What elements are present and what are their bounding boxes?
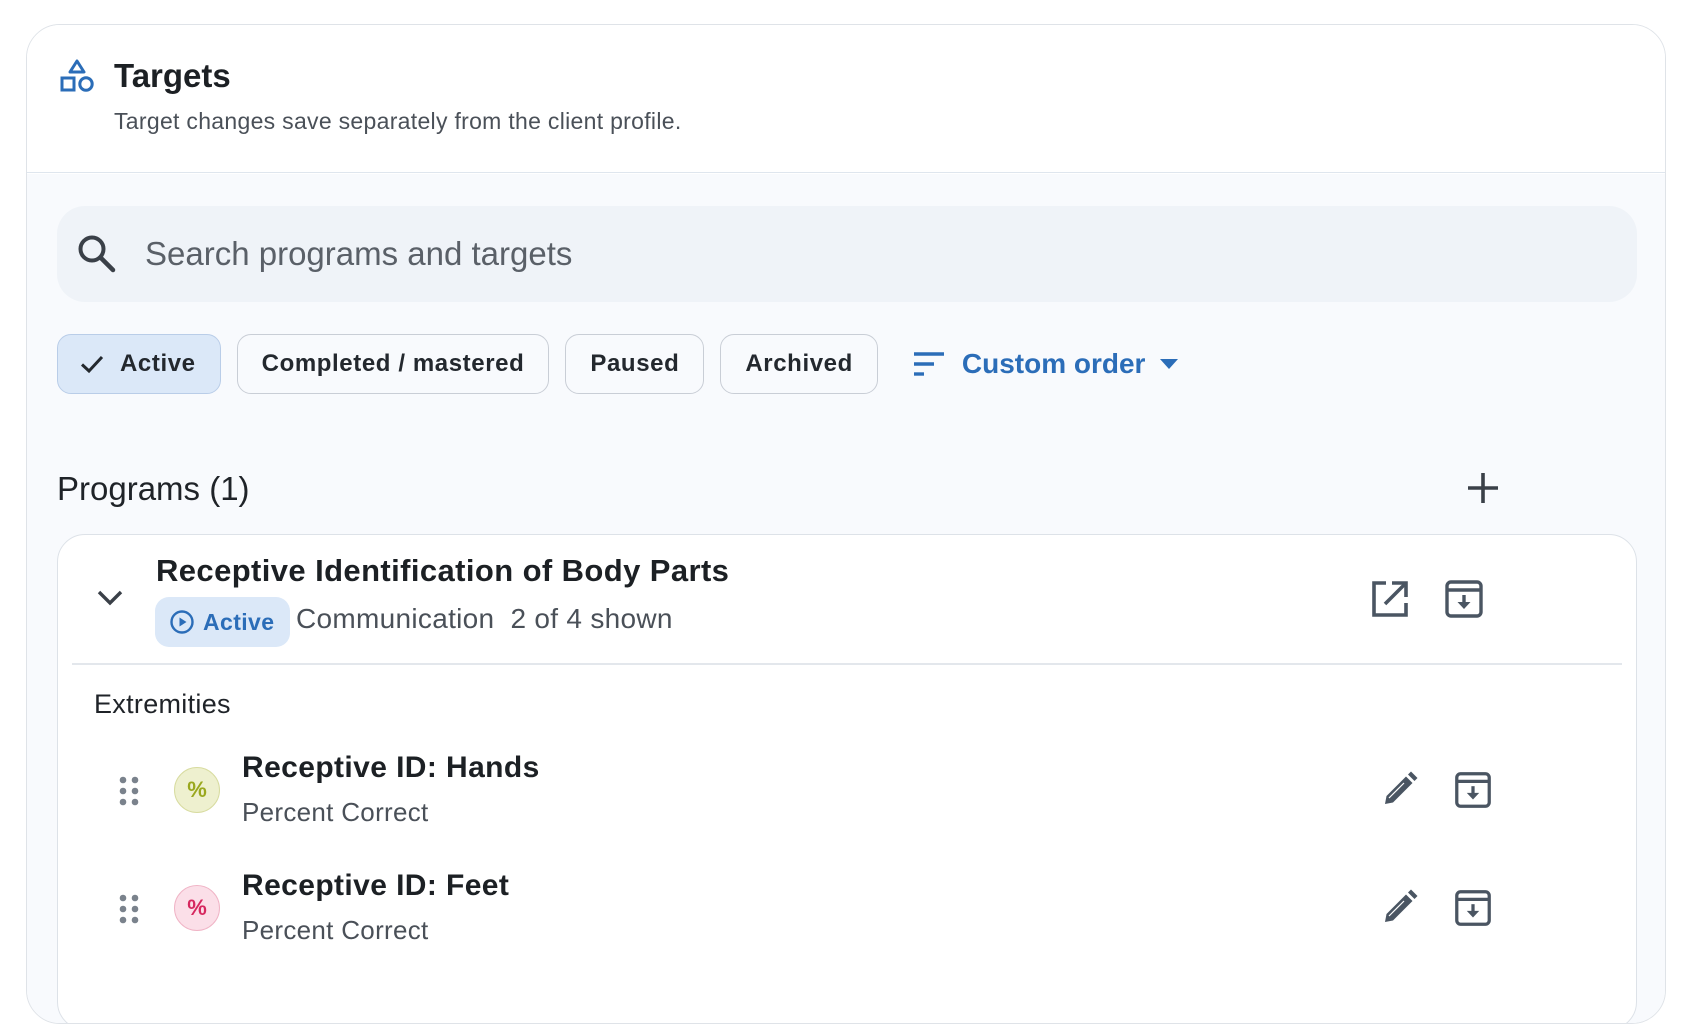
filter-chip-completed[interactable]: Completed / mastered — [236, 334, 550, 394]
program-card: Receptive Identification of Body Parts A… — [57, 534, 1637, 1023]
targets-card: Targets Target changes save separately f… — [26, 24, 1666, 1024]
drag-handle-icon[interactable] — [118, 775, 140, 807]
program-domain: Communication — [296, 603, 495, 634]
pencil-icon[interactable] — [1378, 769, 1420, 811]
filter-chip-label: Active — [120, 350, 196, 377]
percent-icon: % — [174, 885, 220, 931]
divider — [72, 663, 1622, 665]
percent-icon: % — [174, 767, 220, 813]
target-measure: Percent Correct — [242, 915, 429, 945]
search-bar[interactable] — [57, 206, 1637, 302]
target-row-hands[interactable]: % Receptive ID: Hands Percent Correct — [58, 739, 1636, 839]
filter-chip-label: Archived — [745, 350, 853, 377]
pencil-icon[interactable] — [1378, 887, 1420, 929]
caret-down-icon — [1160, 359, 1179, 369]
programs-heading: Programs (1) — [57, 470, 250, 507]
target-group-label: Extremities — [94, 689, 231, 719]
archive-icon[interactable] — [1452, 887, 1494, 929]
program-meta: Communication 2 of 4 shown — [296, 603, 689, 635]
target-measure: Percent Correct — [242, 797, 429, 827]
sort-order-label: Custom order — [961, 348, 1146, 379]
program-name[interactable]: Receptive Identification of Body Parts — [156, 553, 729, 589]
sort-lines-icon — [913, 352, 944, 376]
sort-order-button[interactable]: Custom order — [912, 334, 1182, 394]
status-badge: Active — [155, 597, 291, 647]
filter-chip-label: Completed / mastered — [261, 350, 525, 377]
card-header: Targets Target changes save separately f… — [27, 25, 1665, 173]
archive-icon[interactable] — [1452, 769, 1494, 811]
status-filters: Active Completed / mastered Paused Archi… — [57, 334, 1181, 394]
check-icon — [80, 355, 104, 374]
program-shown-count: 2 of 4 shown — [510, 603, 673, 634]
status-badge-label: Active — [203, 608, 275, 635]
target-row-feet[interactable]: % Receptive ID: Feet Percent Correct — [58, 857, 1636, 957]
card-body: Active Completed / mastered Paused Archi… — [27, 174, 1665, 1023]
drag-handle-icon[interactable] — [118, 893, 140, 925]
filter-chip-archived[interactable]: Archived — [720, 334, 878, 394]
filter-chip-paused[interactable]: Paused — [565, 334, 705, 394]
chevron-down-icon[interactable] — [92, 579, 128, 615]
archive-icon[interactable] — [1442, 577, 1486, 621]
filter-chip-active[interactable]: Active — [57, 334, 221, 394]
target-name: Receptive ID: Feet — [242, 869, 510, 902]
shapes-icon — [60, 59, 94, 92]
page-title: Targets — [114, 57, 231, 94]
add-program-button[interactable] — [1459, 464, 1507, 512]
filter-chip-label: Paused — [590, 350, 680, 377]
search-icon — [78, 235, 116, 273]
search-input[interactable] — [145, 224, 1605, 284]
target-name: Receptive ID: Hands — [242, 751, 540, 784]
open-external-icon[interactable] — [1368, 577, 1412, 621]
play-circle-icon — [170, 610, 194, 634]
page-subtitle: Target changes save separately from the … — [114, 108, 682, 134]
